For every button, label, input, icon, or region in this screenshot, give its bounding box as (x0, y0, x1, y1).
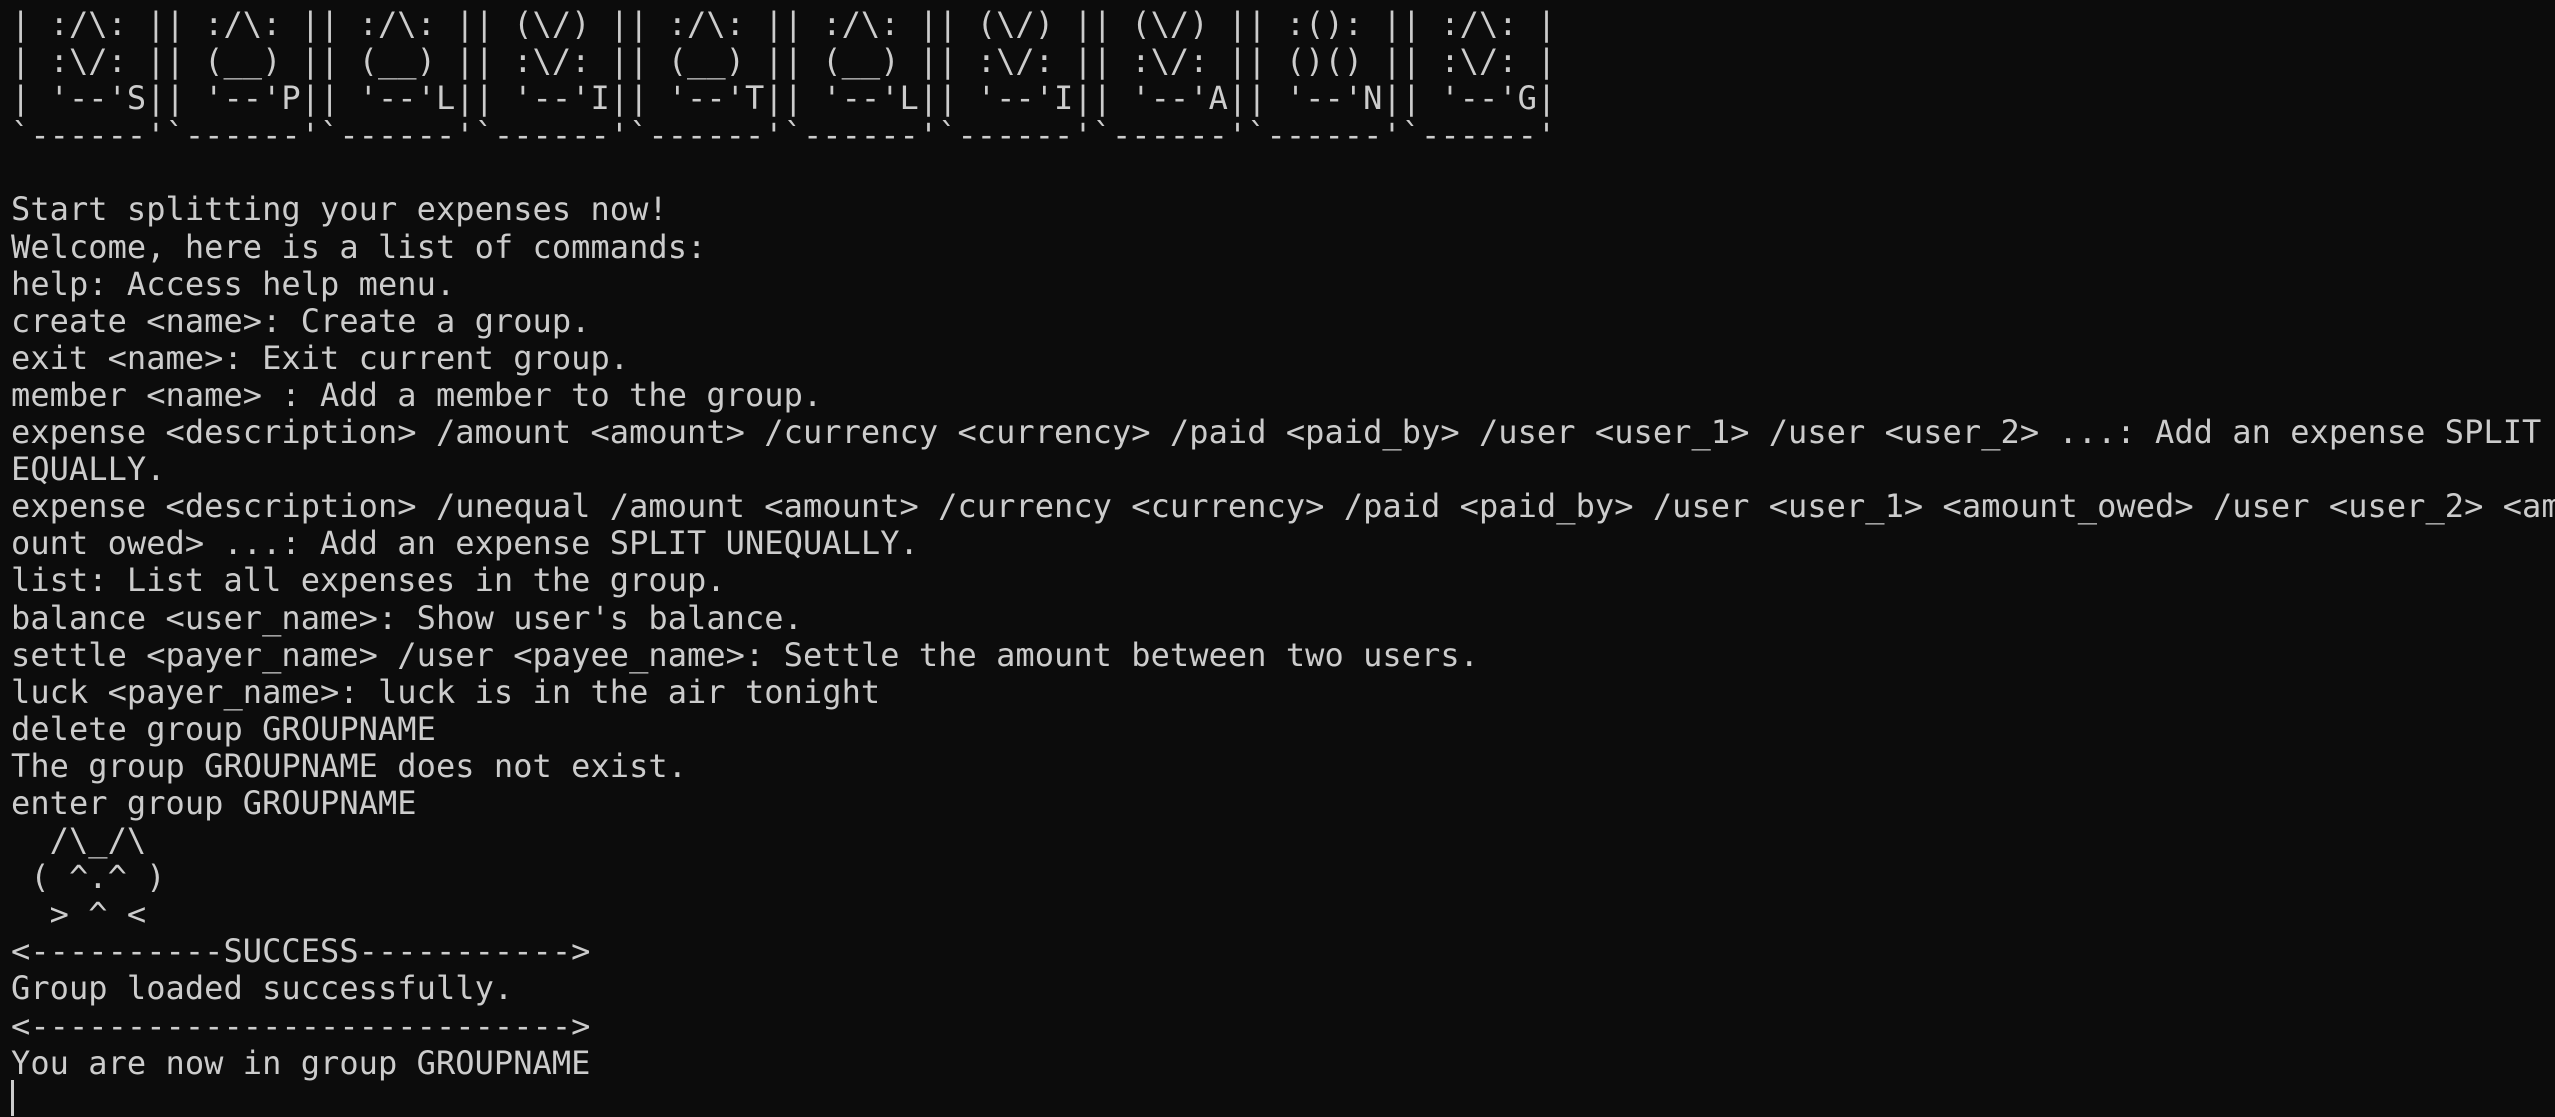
expense-equal-command-line: expense <description> /amount <amount> /… (11, 413, 2542, 452)
expense-unequal-command-line: expense <description> /unequal /amount <… (11, 487, 2555, 526)
balance-command-line: balance <user_name>: Show user's balance… (11, 598, 803, 637)
luck-command-line: luck <payer_name>: luck is in the air to… (11, 672, 881, 711)
banner-line-2: | :\/: || (__) || (__) || :\/: || (__) |… (11, 42, 1557, 81)
banner-line-1: | :/\: || :/\: || :/\: || (\/) || :/\: |… (11, 5, 1557, 43)
welcome-line: Welcome, here is a list of commands: (11, 227, 707, 266)
current-group-line: You are now in group GROUPNAME (11, 1043, 591, 1082)
terminal-window[interactable]: | :/\: || :/\: || :/\: || (\/) || :/\: |… (0, 0, 2555, 1117)
user-input-line: enter group GROUPNAME (11, 783, 417, 822)
exit-command-line: exit <name>: Exit current group. (11, 338, 630, 377)
banner-line-4: `------'`------'`------'`------'`------'… (11, 116, 1557, 155)
create-command-line: create <name>: Create a group. (11, 301, 591, 340)
expense-equal-command-line-wrap: EQUALLY. (11, 450, 166, 489)
settle-command-line: settle <payer_name> /user <payee_name>: … (11, 635, 1479, 674)
banner-line-3: | '--'S|| '--'P|| '--'L|| '--'I|| '--'T|… (11, 79, 1557, 118)
error-message-line: The group GROUPNAME does not exist. (11, 746, 688, 785)
cat-art-line-3: > ^ < (11, 895, 147, 934)
cat-art-line-2: ( ^.^ ) (11, 858, 166, 897)
member-command-line: member <name> : Add a member to the grou… (11, 375, 823, 414)
user-input-line: delete group GROUPNAME (11, 709, 436, 748)
text-cursor[interactable] (11, 1080, 14, 1116)
terminal-output: | :/\: || :/\: || :/\: || (\/) || :/\: |… (11, 5, 2555, 1082)
tagline: Start splitting your expenses now! (11, 190, 668, 229)
success-banner-bottom: <----------------------------> (11, 1006, 591, 1045)
cat-art-line-1: /\_/\ (11, 821, 147, 860)
expense-unequal-command-line-wrap: ount owed> ...: Add an expense SPLIT UNE… (11, 524, 919, 563)
help-command-line: help: Access help menu. (11, 264, 456, 303)
list-command-line: list: List all expenses in the group. (11, 561, 726, 600)
success-message-line: Group loaded successfully. (11, 969, 514, 1008)
success-banner-top: <----------SUCCESS-----------> (11, 932, 591, 971)
